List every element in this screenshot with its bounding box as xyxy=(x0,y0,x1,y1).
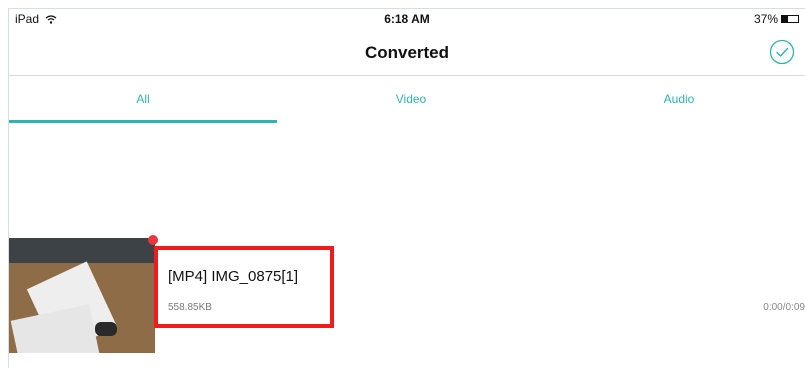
status-right: 37% xyxy=(754,12,799,26)
new-indicator-dot xyxy=(148,235,158,245)
battery-icon xyxy=(781,15,799,23)
nav-bar: Converted xyxy=(9,29,805,76)
tab-audio[interactable]: Audio xyxy=(545,76,805,122)
status-time: 6:18 AM xyxy=(384,12,430,26)
tab-all[interactable]: All xyxy=(9,76,277,122)
tab-video[interactable]: Video xyxy=(277,76,545,122)
tab-bar: All Video Audio xyxy=(9,76,805,123)
tab-selected-indicator xyxy=(9,120,277,123)
file-size: 558.85KB xyxy=(168,302,212,313)
app-window: iPad 6:18 AM 37% Converted All Video Aud… xyxy=(8,8,805,368)
battery-fill xyxy=(782,16,788,22)
thumbnail-keys xyxy=(95,322,117,336)
select-checkmark-icon[interactable] xyxy=(769,39,795,65)
status-bar: iPad 6:18 AM 37% xyxy=(9,9,805,29)
battery-percent: 37% xyxy=(753,12,778,26)
file-name: [MP4] IMG_0875[1] xyxy=(168,268,299,285)
video-thumbnail[interactable] xyxy=(9,238,155,353)
list-item[interactable]: [MP4] IMG_0875[1] 558.85KB 0:00/0:09 xyxy=(9,235,805,354)
highlight-box: [MP4] IMG_0875[1] 558.85KB xyxy=(154,246,334,328)
file-duration: 0:00/0:09 xyxy=(763,302,805,313)
page-title: Converted xyxy=(364,43,450,62)
